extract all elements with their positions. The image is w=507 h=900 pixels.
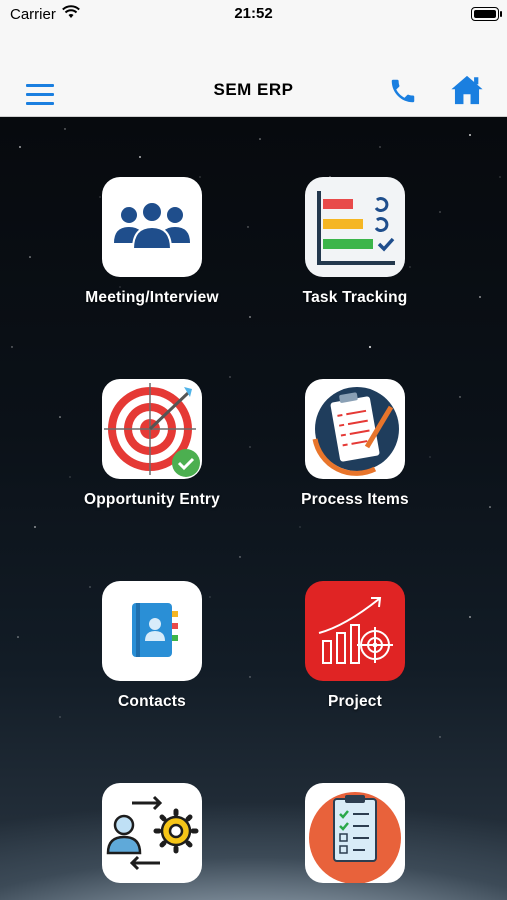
navigation-bar: SEM ERP (0, 30, 507, 117)
tile-label: Contacts (118, 693, 186, 710)
dashboard-background: Meeting/Interview Task Tracking Opportun… (0, 117, 507, 900)
checklist-icon (305, 783, 405, 883)
tile-label: Meeting/Interview (85, 289, 219, 306)
tile-label: Task Tracking (302, 289, 408, 306)
tile-meeting-interview[interactable]: Meeting/Interview (52, 177, 252, 307)
people-group-icon (102, 177, 202, 277)
status-bar: Carrier 21:52 (0, 0, 507, 30)
tile-checklist[interactable] (255, 783, 455, 895)
target-icon (102, 379, 202, 479)
task-chart-icon (305, 177, 405, 277)
tile-contacts[interactable]: Contacts (52, 581, 252, 711)
battery-icon (471, 7, 502, 21)
tile-opportunity-entry[interactable]: Opportunity Entry (52, 379, 252, 509)
user-settings-icon (102, 783, 202, 883)
status-time: 21:52 (234, 5, 273, 22)
growth-chart-target-icon (305, 581, 405, 681)
home-icon[interactable] (450, 74, 484, 106)
tile-label: Opportunity Entry (83, 491, 220, 508)
tile-user-settings[interactable] (52, 783, 252, 895)
tile-project[interactable]: Project (255, 581, 455, 711)
tile-process-items[interactable]: Process Items (255, 379, 455, 509)
tile-label: Project (328, 693, 382, 710)
tile-label: Process Items (301, 491, 409, 508)
phone-icon[interactable] (388, 76, 418, 106)
tile-task-tracking[interactable]: Task Tracking (255, 177, 455, 307)
page-title: SEM ERP (213, 80, 294, 99)
clipboard-checklist-icon (305, 379, 405, 479)
contact-book-icon (102, 581, 202, 681)
